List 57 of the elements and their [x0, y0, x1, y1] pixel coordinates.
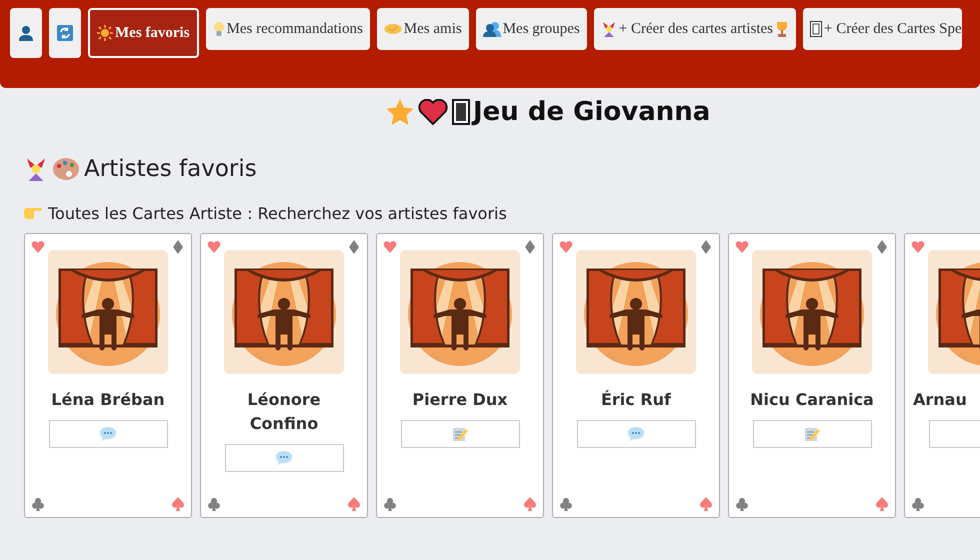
- nav-tab[interactable]: Mes amis: [376, 8, 469, 50]
- card-action-button[interactable]: [752, 420, 872, 448]
- speech-bubble-icon: [100, 427, 116, 441]
- speech-bubble-icon: [628, 427, 644, 441]
- card-action-button[interactable]: [400, 420, 520, 448]
- card-action-button[interactable]: [576, 420, 696, 448]
- diamond-suit-icon: [171, 240, 185, 256]
- artist-name: Arnau: [913, 389, 968, 411]
- people-icon: [482, 21, 501, 37]
- artist-name: Léna Bréban: [50, 389, 166, 411]
- card-action-button[interactable]: [224, 444, 344, 472]
- artist-name: Pierre Dux: [411, 389, 509, 411]
- playing-card-icon: [452, 99, 470, 125]
- refresh-button[interactable]: [49, 8, 81, 58]
- club-suit-icon: [735, 497, 749, 513]
- palette-icon: [52, 157, 80, 181]
- spade-suit-icon: [875, 497, 889, 513]
- card-icon: [810, 21, 822, 37]
- club-suit-icon: [31, 497, 45, 513]
- nav-tab[interactable]: Mes favoris: [88, 8, 199, 58]
- artist-name: Éric Ruf: [600, 389, 672, 411]
- section-title: Artistes favoris: [84, 156, 257, 182]
- diamond-suit-icon: [347, 240, 361, 256]
- user-button[interactable]: [10, 8, 42, 58]
- club-suit-icon: [911, 497, 925, 513]
- spade-suit-icon: [347, 497, 361, 513]
- nav-tab[interactable]: Mes groupes: [476, 8, 587, 50]
- nav-tab[interactable]: Mes recommandations: [206, 8, 370, 50]
- nav-tab[interactable]: + Créer des Cartes Spe: [803, 8, 962, 50]
- refresh-icon: [57, 25, 73, 41]
- diamond-suit-icon: [875, 240, 889, 256]
- artist-name: Léonore Confino: [246, 389, 322, 435]
- user-icon: [18, 25, 34, 41]
- heart-icon: [417, 99, 449, 125]
- jester-icon: [24, 157, 48, 181]
- artist-name: Nicu Caranica: [749, 389, 875, 411]
- speech-bubble-icon: [276, 451, 292, 465]
- diamond-suit-icon: [523, 240, 537, 256]
- sun-icon: [97, 25, 113, 41]
- page-title: Jeu de Giovanna: [473, 97, 710, 127]
- club-suit-icon: [383, 497, 397, 513]
- spade-suit-icon: [171, 497, 185, 513]
- hint-text: Toutes les Cartes Artiste : Recherchez vos artistes favoris: [48, 204, 507, 223]
- pointing-hand-icon: [24, 208, 42, 219]
- diamond-suit-icon: [699, 240, 713, 256]
- card-action-button[interactable]: [48, 420, 168, 448]
- spade-suit-icon: [699, 497, 713, 513]
- nav-tab[interactable]: + Créer des cartes artistes: [594, 8, 796, 50]
- club-suit-icon: [207, 497, 221, 513]
- lightbulb-icon: [212, 21, 225, 37]
- memo-pencil-icon: [804, 426, 820, 442]
- memo-pencil-icon: [452, 426, 468, 442]
- star-icon: [386, 99, 414, 125]
- trophy-icon: [775, 21, 790, 37]
- jester-icon: [600, 21, 617, 37]
- spade-suit-icon: [523, 497, 537, 513]
- club-suit-icon: [559, 497, 573, 513]
